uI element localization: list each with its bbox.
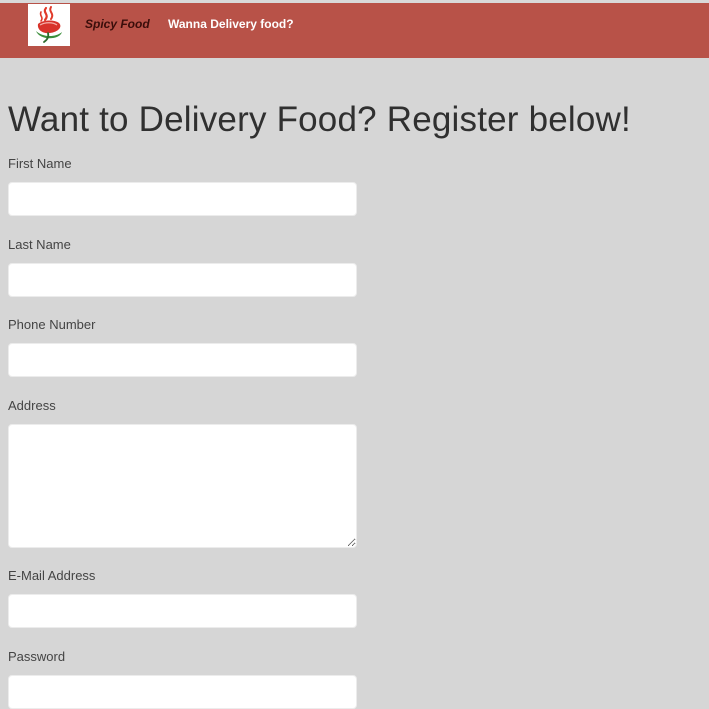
navbar-top-edge (0, 0, 709, 3)
last-name-label: Last Name (8, 237, 71, 252)
email-address-label: E-Mail Address (8, 568, 96, 583)
first-name-label: First Name (8, 156, 72, 171)
brand-name[interactable]: Spicy Food (85, 17, 150, 31)
phone-number-field[interactable] (8, 343, 357, 377)
logo-graphic (36, 6, 62, 43)
password-label: Password (8, 649, 66, 664)
first-name-field[interactable] (8, 182, 357, 216)
page-title: Want to Delivery Food? Register below! (8, 100, 631, 139)
email-address-field[interactable] (8, 594, 357, 628)
last-name-field[interactable] (8, 263, 357, 297)
navbar: Spicy Food Wanna Delivery food? (0, 0, 709, 58)
address-field[interactable] (8, 424, 357, 548)
chili-pepper-logo-icon[interactable] (28, 4, 70, 46)
nav-link-delivery[interactable]: Wanna Delivery food? (168, 17, 294, 31)
address-label: Address (8, 398, 56, 413)
phone-number-label: Phone Number (8, 317, 96, 332)
password-field[interactable] (8, 675, 357, 709)
